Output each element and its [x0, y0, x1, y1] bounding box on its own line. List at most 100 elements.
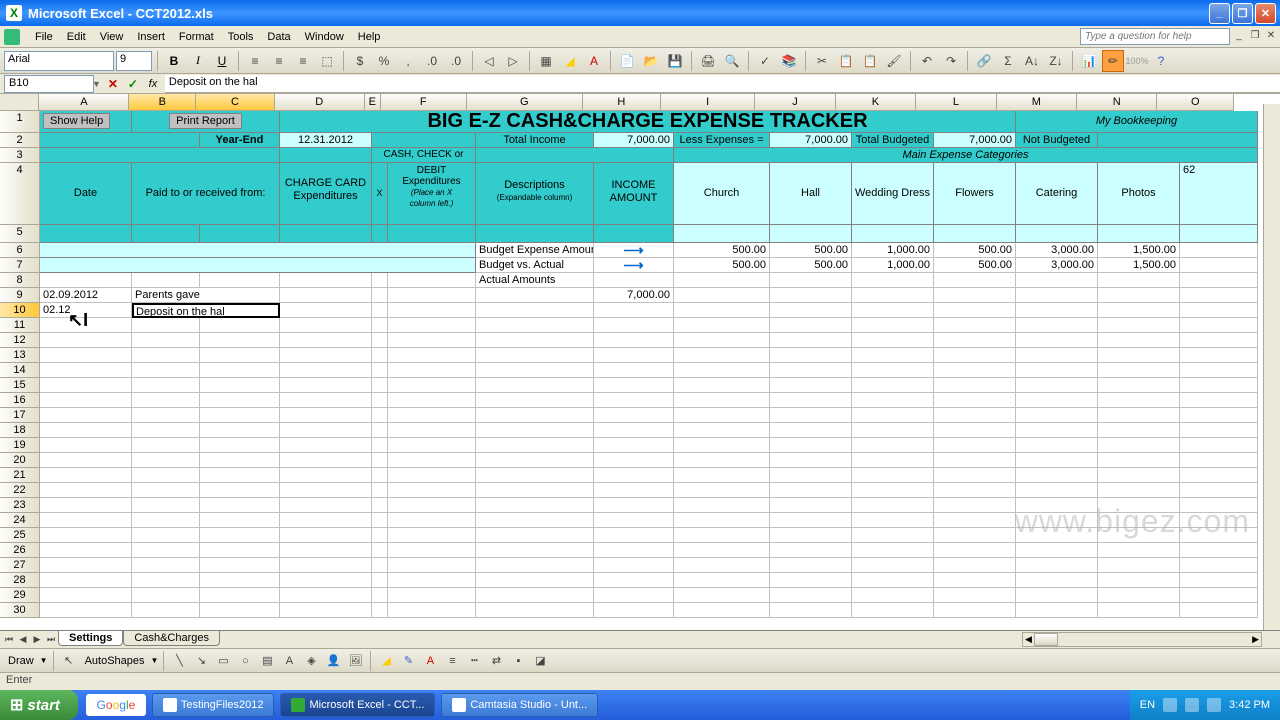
- bold-button[interactable]: B: [163, 50, 185, 72]
- horizontal-scrollbar[interactable]: ◀ ▶: [1022, 632, 1262, 647]
- row-header-23[interactable]: 23: [0, 498, 40, 513]
- formula-cancel-button[interactable]: ✕: [105, 76, 121, 92]
- column-header-I[interactable]: I: [661, 94, 755, 110]
- help-search-input[interactable]: [1080, 28, 1230, 45]
- row-header-9[interactable]: 9: [0, 288, 40, 303]
- minimize-button[interactable]: _: [1209, 3, 1230, 24]
- percent-button[interactable]: %: [373, 50, 395, 72]
- row-header-16[interactable]: 16: [0, 393, 40, 408]
- font-color-draw-button[interactable]: A: [420, 651, 440, 671]
- currency-button[interactable]: $: [349, 50, 371, 72]
- row-header-21[interactable]: 21: [0, 468, 40, 483]
- tab-nav-last-button[interactable]: ⏭: [44, 632, 58, 648]
- arrow-style-button[interactable]: ⇄: [486, 651, 506, 671]
- column-header-H[interactable]: H: [583, 94, 661, 110]
- spreadsheet-grid[interactable]: ABCDEFGHIJKLMNO 123456789101112131415161…: [0, 94, 1280, 630]
- format-painter-button[interactable]: 🖌: [883, 50, 905, 72]
- draw-menu[interactable]: Draw: [4, 653, 38, 669]
- row-header-22[interactable]: 22: [0, 483, 40, 498]
- row-header-5[interactable]: 5: [0, 225, 40, 243]
- menu-window[interactable]: Window: [298, 29, 351, 45]
- arrow-button[interactable]: ↘: [191, 651, 211, 671]
- language-indicator[interactable]: EN: [1140, 699, 1155, 711]
- row-header-18[interactable]: 18: [0, 423, 40, 438]
- comma-button[interactable]: ,: [397, 50, 419, 72]
- column-header-K[interactable]: K: [836, 94, 916, 110]
- close-button[interactable]: ✕: [1255, 3, 1276, 24]
- row-header-4[interactable]: 4: [0, 163, 40, 225]
- category-header-1[interactable]: Hall: [770, 163, 852, 225]
- row-header-7[interactable]: 7: [0, 258, 40, 273]
- doc-close-button[interactable]: ✕: [1264, 28, 1278, 42]
- undo-button[interactable]: ↶: [916, 50, 938, 72]
- 3d-button[interactable]: ◪: [530, 651, 550, 671]
- italic-button[interactable]: I: [187, 50, 209, 72]
- font-selector[interactable]: Arial: [4, 51, 114, 71]
- menu-insert[interactable]: Insert: [130, 29, 172, 45]
- maximize-button[interactable]: ❐: [1232, 3, 1253, 24]
- merge-center-button[interactable]: ⬚: [316, 50, 338, 72]
- row-header-13[interactable]: 13: [0, 348, 40, 363]
- cut-button[interactable]: ✂: [811, 50, 833, 72]
- autoshapes-menu[interactable]: AutoShapes: [81, 653, 149, 669]
- column-header-A[interactable]: A: [39, 94, 129, 110]
- align-left-button[interactable]: ≡: [244, 50, 266, 72]
- increase-indent-button[interactable]: ▷: [502, 50, 524, 72]
- row-header-10[interactable]: 10: [0, 303, 40, 318]
- rectangle-button[interactable]: ▭: [213, 651, 233, 671]
- decrease-indent-button[interactable]: ◁: [478, 50, 500, 72]
- clock[interactable]: 3:42 PM: [1229, 699, 1270, 711]
- row-header-1[interactable]: 1: [0, 111, 40, 133]
- line-button[interactable]: ╲: [169, 651, 189, 671]
- menu-help[interactable]: Help: [351, 29, 388, 45]
- row-header-14[interactable]: 14: [0, 363, 40, 378]
- menu-view[interactable]: View: [93, 29, 131, 45]
- font-size-selector[interactable]: 9: [116, 51, 152, 71]
- menu-data[interactable]: Data: [260, 29, 297, 45]
- row-header-19[interactable]: 19: [0, 438, 40, 453]
- row-header-3[interactable]: 3: [0, 148, 40, 163]
- align-center-button[interactable]: ≡: [268, 50, 290, 72]
- help-button[interactable]: ?: [1150, 50, 1172, 72]
- bookkeeping-label[interactable]: My Bookkeeping: [1016, 111, 1258, 133]
- row-header-27[interactable]: 27: [0, 558, 40, 573]
- tab-nav-first-button[interactable]: ⏮: [2, 632, 16, 648]
- row-header-20[interactable]: 20: [0, 453, 40, 468]
- category-header-4[interactable]: Catering: [1016, 163, 1098, 225]
- align-right-button[interactable]: ≡: [292, 50, 314, 72]
- paste-button[interactable]: 📋: [859, 50, 881, 72]
- row-header-17[interactable]: 17: [0, 408, 40, 423]
- category-header-3[interactable]: Flowers: [934, 163, 1016, 225]
- shadow-button[interactable]: ▪: [508, 651, 528, 671]
- formula-input[interactable]: Deposit on the hal: [165, 75, 1280, 93]
- row-header-15[interactable]: 15: [0, 378, 40, 393]
- column-header-D[interactable]: D: [275, 94, 365, 110]
- redo-button[interactable]: ↷: [940, 50, 962, 72]
- row-header-28[interactable]: 28: [0, 573, 40, 588]
- print-report-button[interactable]: Print Report: [169, 113, 242, 129]
- system-tray[interactable]: EN 3:42 PM: [1130, 690, 1280, 720]
- sort-asc-button[interactable]: A↓: [1021, 50, 1043, 72]
- column-header-F[interactable]: F: [381, 94, 467, 110]
- decrease-decimal-button[interactable]: .0: [445, 50, 467, 72]
- tab-settings[interactable]: Settings: [58, 631, 123, 646]
- row-header-8[interactable]: 8: [0, 273, 40, 288]
- tray-icon[interactable]: [1207, 698, 1221, 712]
- column-header-B[interactable]: B: [129, 94, 196, 110]
- column-header-N[interactable]: N: [1077, 94, 1157, 110]
- clipart-button[interactable]: 👤: [323, 651, 343, 671]
- spelling-button[interactable]: ✓: [754, 50, 776, 72]
- taskbar-item-excel[interactable]: Microsoft Excel - CCT...: [280, 693, 435, 717]
- insert-function-button[interactable]: fx: [145, 76, 161, 92]
- row-header-29[interactable]: 29: [0, 588, 40, 603]
- workbook-ctrl-icon[interactable]: [4, 29, 20, 45]
- new-button[interactable]: 📄: [616, 50, 638, 72]
- print-preview-button[interactable]: 🔍: [721, 50, 743, 72]
- line-style-button[interactable]: ≡: [442, 651, 462, 671]
- open-button[interactable]: 📂: [640, 50, 662, 72]
- tray-icon[interactable]: [1163, 698, 1177, 712]
- start-button[interactable]: start: [0, 690, 78, 720]
- column-header-C[interactable]: C: [196, 94, 274, 110]
- oval-button[interactable]: ○: [235, 651, 255, 671]
- taskbar-item-testingfiles[interactable]: TestingFiles2012: [152, 693, 275, 717]
